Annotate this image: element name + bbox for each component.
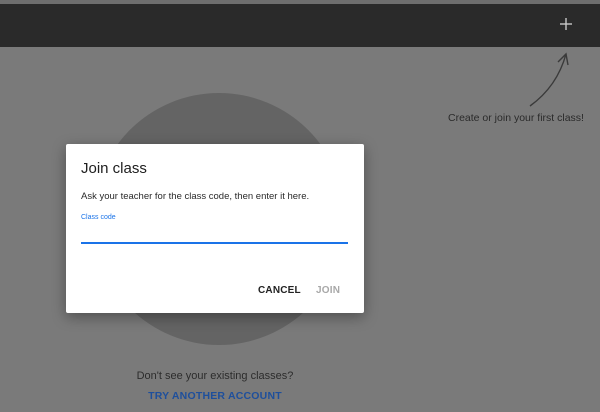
existing-classes-question: Don't see your existing classes? (136, 370, 294, 382)
top-app-bar (0, 4, 600, 47)
cancel-button[interactable]: CANCEL (258, 285, 301, 296)
dialog-title: Join class (81, 160, 147, 177)
class-code-input[interactable] (81, 224, 348, 244)
create-join-hint: Create or join your first class! (448, 112, 584, 124)
join-class-dialog: Join class Ask your teacher for the clas… (66, 144, 364, 313)
dialog-description: Ask your teacher for the class code, the… (81, 191, 310, 202)
hint-arrow-icon (529, 52, 569, 107)
plus-icon (560, 18, 572, 30)
try-another-account-link[interactable]: TRY ANOTHER ACCOUNT (0, 390, 430, 402)
join-button[interactable]: JOIN (316, 285, 340, 296)
add-class-button[interactable] (556, 14, 576, 34)
class-code-label: Class code (81, 214, 116, 221)
